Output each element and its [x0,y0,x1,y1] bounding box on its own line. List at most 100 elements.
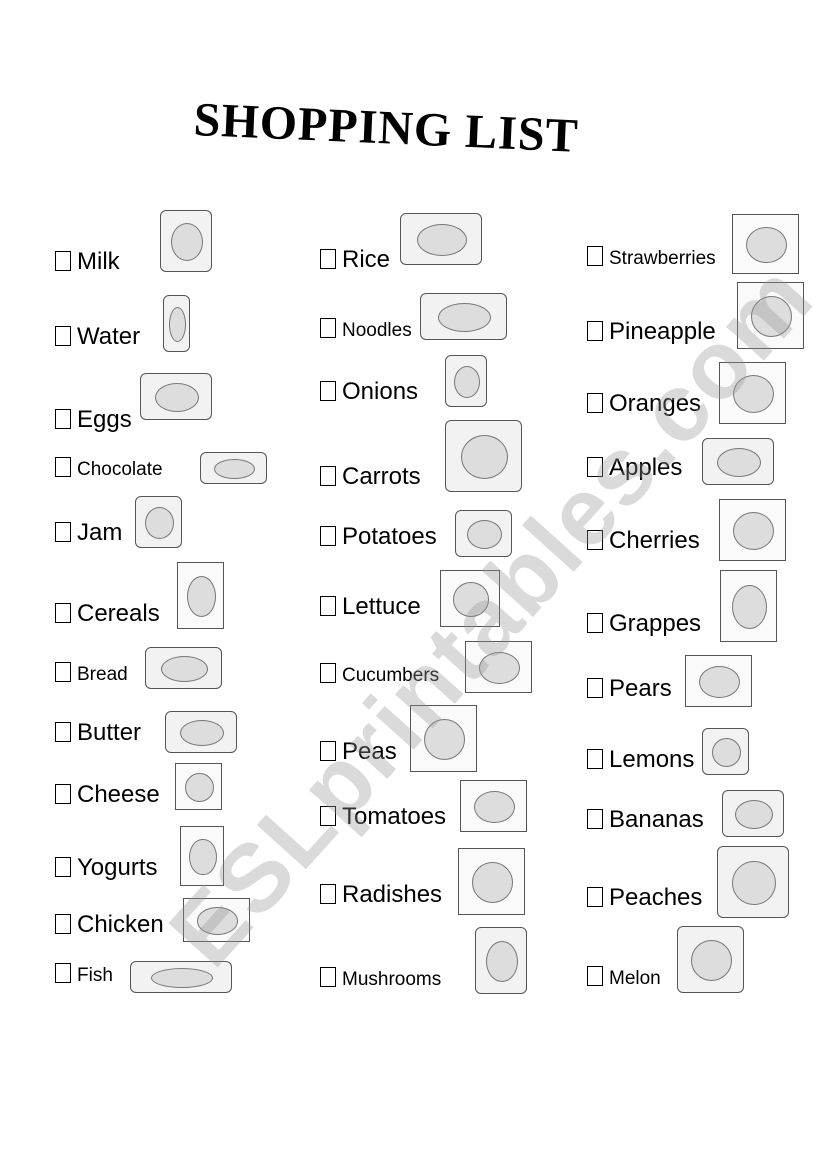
checkbox[interactable] [587,749,603,769]
item-label: Peaches [609,884,703,911]
item-label: Lettuce [342,593,421,620]
checkbox[interactable] [320,884,336,904]
list-item-eggs: Eggs [55,406,132,434]
item-label: Rice [342,246,391,273]
list-item-bananas: Bananas [587,806,704,834]
item-label: Bread [77,664,128,685]
item-label: Cheese [77,781,160,808]
item-label: Jam [77,519,123,546]
checkbox[interactable] [320,318,336,338]
list-item-chocolate: Chocolate [55,455,163,481]
list-item-lettuce: Lettuce [320,593,421,621]
list-item-bread: Bread [55,660,128,686]
checkbox[interactable] [320,381,336,401]
checkbox[interactable] [55,603,71,623]
checkbox[interactable] [55,326,71,346]
item-label: Strawberries [609,248,716,269]
checkbox[interactable] [55,409,71,429]
onions-icon [445,355,487,407]
item-label: Eggs [77,406,132,433]
list-item-grappes: Grappes [587,610,701,638]
item-label: Melon [609,968,661,989]
list-item-carrots: Carrots [320,463,421,491]
list-item-milk: Milk [55,248,120,276]
checkbox[interactable] [55,857,71,877]
item-label: Butter [77,719,142,746]
item-label: Water [77,323,141,350]
pears-icon [685,655,752,707]
checkbox[interactable] [55,784,71,804]
checkbox[interactable] [55,522,71,542]
list-item-jam: Jam [55,519,122,547]
checkbox[interactable] [320,663,336,683]
lemons-icon [702,728,749,775]
list-item-potatoes: Potatoes [320,523,437,551]
checkbox[interactable] [55,457,71,477]
checkbox[interactable] [55,662,71,682]
checkbox[interactable] [55,722,71,742]
item-label: Carrots [342,463,421,490]
page-title: SHOPPING LIST [192,92,580,163]
checkbox[interactable] [55,251,71,271]
checkbox[interactable] [320,596,336,616]
chocolate-icon [200,452,267,484]
item-label: Lemons [609,746,695,773]
item-label: Yogurts [77,854,158,881]
checkbox[interactable] [587,321,603,341]
list-item-rice: Rice [320,246,390,274]
item-label: Mushrooms [342,969,442,990]
item-label: Chocolate [77,459,163,480]
checkbox[interactable] [320,526,336,546]
bananas-icon [722,790,784,837]
checkbox[interactable] [587,966,603,986]
item-label: Onions [342,378,419,405]
checkbox[interactable] [587,246,603,266]
list-item-mushrooms: Mushrooms [320,965,441,991]
list-item-melon: Melon [587,964,661,990]
list-item-cheese: Cheese [55,781,160,809]
item-label: Bananas [609,806,704,833]
butter-icon [165,711,237,753]
cereals-icon [177,562,224,629]
rice-icon [400,213,482,265]
checkbox[interactable] [55,914,71,934]
peaches-icon [717,846,789,918]
list-item-pears: Pears [587,675,672,703]
tomatoes-icon [460,780,527,832]
checkbox[interactable] [587,678,603,698]
checkbox[interactable] [55,963,71,983]
checkbox[interactable] [320,466,336,486]
jam-icon [135,496,182,548]
grappes-icon [720,570,777,642]
cheese-icon [175,763,222,810]
checkbox[interactable] [587,809,603,829]
cherries-icon [719,499,786,561]
checkbox[interactable] [587,613,603,633]
noodles-icon [420,293,507,340]
carrots-icon [445,420,522,492]
checkbox[interactable] [587,887,603,907]
item-label: Fish [77,965,113,986]
item-label: Pears [609,675,672,702]
list-item-strawberries: Strawberries [587,244,716,270]
list-item-cereals: Cereals [55,600,160,628]
eggs-icon [140,373,212,420]
list-item-noodles: Noodles [320,316,412,342]
checkbox[interactable] [320,249,336,269]
milk-icon [160,210,212,272]
item-label: Noodles [342,320,412,341]
item-label: Radishes [342,881,443,908]
list-item-butter: Butter [55,719,141,747]
item-label: Cereals [77,600,160,627]
list-item-lemons: Lemons [587,746,694,774]
list-item-fish: Fish [55,961,113,987]
list-item-radishes: Radishes [320,881,442,909]
list-item-yogurts: Yogurts [55,854,158,882]
checkbox[interactable] [320,967,336,987]
item-label: Milk [77,248,120,275]
radishes-icon [458,848,525,915]
melon-icon [677,926,744,993]
list-item-peaches: Peaches [587,884,702,912]
water-icon [163,295,190,352]
list-item-chicken: Chicken [55,911,164,939]
